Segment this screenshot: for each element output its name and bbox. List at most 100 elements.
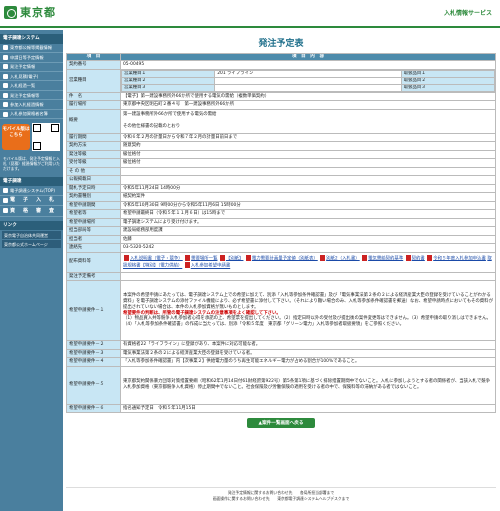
bullet-icon xyxy=(3,111,8,117)
site-header: 東京都 入札情報サービス xyxy=(0,0,500,28)
doc-link[interactable]: 需要場所一覧 xyxy=(191,256,217,261)
row-value: 令和5年11月24日 14時00分 xyxy=(120,183,496,193)
row-value: 級位格付 xyxy=(120,158,496,168)
pdf-icon xyxy=(320,254,326,261)
requirement-4: 「入札等参加条件確認書」内【次事業２】供給電力量のうち再生可能エネルギー電力が占… xyxy=(120,357,496,367)
back-to-list-button[interactable]: ▲案件一覧画面へ戻る xyxy=(247,418,315,428)
row-label: 希望申請期間 xyxy=(66,200,121,210)
doc-link[interactable]: 入札説明書（電子・競争） xyxy=(130,256,183,261)
pdf-icon xyxy=(184,262,190,268)
doc-link[interactable]: 入札参加希望申請書 xyxy=(191,264,231,269)
row-value: 級位格付 xyxy=(120,149,496,159)
bullet-icon xyxy=(3,73,8,79)
sidebar-item-order-plan[interactable]: 発注予定情報 xyxy=(0,63,63,73)
row-value: 紙契約案件 xyxy=(120,192,496,202)
bullet-icon xyxy=(3,92,8,98)
service-name: 入札情報サービス xyxy=(443,10,492,17)
doc-link[interactable]: 電力需要計画量予定値（別紙表） xyxy=(252,256,318,261)
row-value: 令和5年10月30日 9時00分から令和5年11月6日 15時00分 xyxy=(120,200,496,210)
sidebar-item-gazette[interactable]: 東京都公報等掲載情報 xyxy=(0,44,63,54)
row-value: 電子調達システムにより受け付けます。 xyxy=(120,217,496,227)
row-label: 発注予定備考 xyxy=(66,271,121,281)
pdf-icon xyxy=(245,254,251,261)
bullet-icon xyxy=(3,102,8,108)
sidebar-item-bid-estimate[interactable]: 入札見積(電子) xyxy=(0,72,63,82)
row-label: 発注等級 xyxy=(66,149,121,159)
row-value xyxy=(120,271,496,281)
sidebar-item-procurement-top[interactable]: 電子調達システム(TOP) xyxy=(0,186,63,196)
requirement-2: 有資格者22「ライフライン」に登録があり、本案件に対応可能な者。 xyxy=(120,340,496,350)
mobile-block: モバイル版はこちら xyxy=(2,123,61,152)
sidebar-item-qualified-list[interactable]: 入札参加資格者名簿 xyxy=(0,110,63,120)
requirement-5: 東京都契約関係暴力団等対策措置要綱（昭和62年1月14日付61財経庶第922号）… xyxy=(120,365,496,405)
sidebar-section-title: 電子調達システム xyxy=(0,34,63,44)
bullet-icon xyxy=(3,45,8,51)
row-label: 履行期間 xyxy=(66,132,121,142)
column-header-item: 項 目 xyxy=(66,53,121,61)
requirement-6: 指名通知予定日 令和５年11月15日 xyxy=(120,403,496,413)
row-label: 件 名 xyxy=(66,91,121,101)
row-value: 随意契約 xyxy=(120,141,496,151)
row-value xyxy=(120,175,496,185)
bullet-icon xyxy=(3,64,8,70)
row-value: 05-00495 xyxy=(120,60,496,70)
requirement-label-5: 希望申請要件－５ xyxy=(66,365,121,405)
sidebar-item-bid-results[interactable]: 入札経過一覧 xyxy=(0,81,63,91)
doc-link[interactable]: 別紙2（入札書） xyxy=(326,256,360,261)
qr-code-icon xyxy=(32,123,60,152)
tokyo-logo[interactable]: 東京都 xyxy=(4,6,56,20)
row-value: 建設局総務部用度課 xyxy=(120,226,496,236)
row-label: 概要 xyxy=(66,108,121,134)
doc-link[interactable]: 【別紙】 xyxy=(226,256,244,261)
pdf-icon xyxy=(124,254,129,261)
tokyo-emblem-icon xyxy=(4,6,17,20)
requirement-label-6: 希望申請要件－６ xyxy=(66,403,121,413)
row-label: 開札予定日時 xyxy=(66,183,121,193)
row-label: 契約番号 xyxy=(66,60,121,70)
row-label: そ の 他 xyxy=(66,166,121,176)
requirement-label-2: 希望申請要件－２ xyxy=(66,340,121,350)
main-content: 発注予定表 項 目 項 目 内 容 契約番号 05-00495 営業種目 営業種目… xyxy=(66,30,496,511)
pdf-icon xyxy=(185,254,191,261)
bullet-icon xyxy=(3,54,8,60)
requirement-label-3: 希望申請要件－３ xyxy=(66,348,121,358)
sidebar-item-participation[interactable]: 参加入札経過情報 xyxy=(0,100,63,110)
row-label: 公報掲載日 xyxy=(66,175,121,185)
footer-contact-2: 画面操作に関するお問い合わせ先 東京都電子調達システムヘルプデスクまで xyxy=(212,495,350,501)
row-label: 連絡先 xyxy=(66,243,121,253)
row-value: 03-5320-5242 xyxy=(120,243,496,253)
row-label: 担当部局等 xyxy=(66,226,121,236)
summary-value: 第一建設事務所外66か所で使用する電気の需給 その他仕様書の記載のとおり xyxy=(120,108,496,134)
sidebar-item-order-info[interactable]: 発注予定情報等 xyxy=(0,91,63,101)
row-value: 東京都中央区明石町２番４号 第一建設事務所外66か所 xyxy=(120,100,496,110)
row-label: 希望申請場所 xyxy=(66,217,121,227)
row-value: 希望申請最終日（令和５年１１月６日）は15時まで xyxy=(120,209,496,219)
bullet-icon xyxy=(3,83,8,89)
requirement-label-4: 希望申請要件－４ xyxy=(66,357,121,367)
sidebar-item-e-bidding[interactable]: 電 子 入 札 xyxy=(0,196,63,207)
sidebar-item-schedule[interactable]: 申請日等予定情報 xyxy=(0,53,63,63)
pdf-icon xyxy=(405,254,411,261)
pdf-icon xyxy=(427,254,433,261)
doc-link[interactable]: 令和５年度入札参加申込書 xyxy=(433,256,486,261)
sidebar-item-qualification[interactable]: 資 格 審 査 xyxy=(0,206,63,217)
bullet-icon xyxy=(3,208,8,214)
bullet-icon xyxy=(3,198,8,203)
order-plan-table: 項 目 項 目 内 容 契約番号 05-00495 営業種目 営業種目１ 201 ラ… xyxy=(66,53,496,413)
row-label: 担当者 xyxy=(66,234,121,244)
mobile-note: モバイル版は、発注予定情報と入札（見積）経過情報がご利用いただけます。 xyxy=(3,156,60,172)
pdf-icon xyxy=(362,254,368,261)
row-value: 佐藤 xyxy=(120,234,496,244)
row-label: 履行場所 xyxy=(66,100,121,110)
row-label: 希望者等 xyxy=(66,209,121,219)
mobile-link-button[interactable]: モバイル版はこちら xyxy=(2,124,30,151)
docs-links: 入札説明書（電子・競争） 需要場所一覧 【別紙】 電力需要計画量予定値（別紙表）… xyxy=(120,251,496,273)
link-joint-operation[interactable]: 東京電子自治体共同運営 xyxy=(2,231,61,240)
doc-link[interactable]: 電気需給契約基準 xyxy=(368,256,403,261)
requirement-3: 電気事業法第２条の２による経済産業大臣の登録を受けている者。 xyxy=(120,348,496,358)
footer: 発注予定情報に関するお問い合わせ先 各局所担当部署まで 画面操作に関するお問い合… xyxy=(66,487,496,501)
doc-link[interactable]: 契約書 xyxy=(412,256,425,261)
link-tokyo-official[interactable]: 東京都公式ホームページ xyxy=(2,240,61,249)
row-label: 配布資料等 xyxy=(66,251,121,273)
column-header-content: 項 目 内 容 xyxy=(120,53,496,61)
